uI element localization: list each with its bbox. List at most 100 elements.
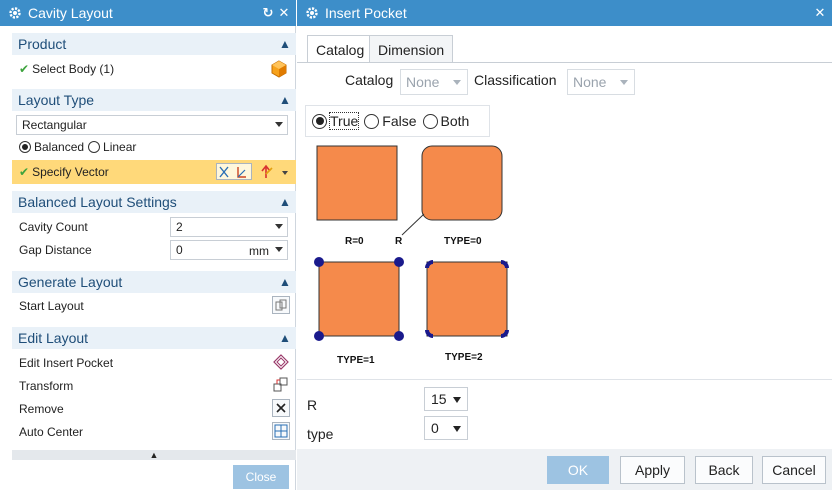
section-product-header[interactable]: Product ▲ <box>12 33 296 55</box>
radio-both-label: Both <box>440 113 470 129</box>
insert-pocket-title: Insert Pocket <box>325 5 407 21</box>
cancel-button[interactable]: Cancel <box>762 456 826 484</box>
specify-vector-row[interactable]: ✔ Specify Vector <box>12 160 296 184</box>
apply-button[interactable]: Apply <box>620 456 685 484</box>
transform-label: Transform <box>19 379 74 393</box>
radio-true-label: True <box>328 112 360 130</box>
radio-false[interactable]: False <box>364 113 417 129</box>
tab-divider <box>297 62 832 63</box>
chevron-up-icon[interactable]: ▲ <box>274 93 296 107</box>
section-title: Edit Layout <box>18 330 89 346</box>
chevron-down-icon <box>453 426 461 432</box>
cavity-layout-title: Cavity Layout <box>28 5 113 21</box>
gap-distance-value: 0 <box>176 243 183 257</box>
gear-icon <box>305 6 319 20</box>
pocket-shape-type0 <box>421 145 503 221</box>
chevron-up-icon[interactable]: ▲ <box>274 37 296 51</box>
section-layout-type-header[interactable]: Layout Type ▲ <box>12 89 296 111</box>
cavity-count-value: 2 <box>176 220 183 234</box>
cavity-count-label: Cavity Count <box>19 220 88 234</box>
layout-mode-radios: Balanced Linear <box>12 137 296 157</box>
tab-catalog[interactable]: Catalog <box>307 35 374 63</box>
gap-unit: mm <box>249 244 269 258</box>
auto-center-label: Auto Center <box>19 425 84 439</box>
remove-icon[interactable] <box>272 399 290 417</box>
label-type1: TYPE=1 <box>337 355 375 366</box>
section-title: Layout Type <box>18 92 95 108</box>
select-body-label: Select Body (1) <box>32 62 115 76</box>
reset-icon[interactable]: ↻ <box>260 5 276 21</box>
classification-label: Classification <box>474 72 557 88</box>
radio-button[interactable] <box>312 113 327 129</box>
remove-label: Remove <box>19 402 64 416</box>
insert-pocket-titlebar: Insert Pocket ✕ <box>297 0 832 26</box>
transform-icon[interactable] <box>272 376 290 394</box>
catalog-select[interactable]: None <box>400 69 468 95</box>
r-param-select[interactable]: 15 <box>424 387 468 411</box>
auto-center-row: Auto Center <box>12 421 296 443</box>
radio-linear-label: Linear <box>103 140 137 154</box>
check-icon: ✔ <box>19 165 30 179</box>
radio-balanced[interactable] <box>19 141 31 153</box>
label-type0: TYPE=0 <box>444 236 482 247</box>
label-r0: R=0 <box>345 236 364 247</box>
section-title: Generate Layout <box>18 274 123 290</box>
radio-button[interactable] <box>422 113 438 129</box>
divider <box>297 379 832 380</box>
chevron-down-icon <box>275 224 283 229</box>
close-button[interactable]: Close <box>233 465 289 489</box>
cavity-count-select[interactable]: 2 <box>170 217 288 237</box>
back-button[interactable]: Back <box>695 456 753 484</box>
radius-leader-line <box>401 213 425 236</box>
filter-radio-group: True False Both <box>305 105 490 137</box>
catalog-label: Catalog <box>345 72 394 88</box>
chevron-down-icon <box>453 80 461 85</box>
radio-linear[interactable] <box>88 141 101 153</box>
vector-inference-icon[interactable] <box>216 163 252 180</box>
cavity-layout-panel: Cavity Layout ↻ ✕ Product ▲ ✔ Select Bod… <box>0 0 296 490</box>
vector-dialog-icon[interactable] <box>258 163 292 180</box>
radio-button[interactable] <box>364 113 380 129</box>
start-layout-icon[interactable] <box>272 296 290 314</box>
ok-button[interactable]: OK <box>547 456 609 484</box>
close-icon[interactable]: ✕ <box>812 5 828 21</box>
close-icon[interactable]: ✕ <box>276 5 292 21</box>
scroll-up-arrow[interactable]: ▲ <box>12 450 296 460</box>
radio-both[interactable]: Both <box>422 113 470 129</box>
label-r: R <box>395 236 403 247</box>
gap-distance-input[interactable]: 0 mm <box>170 240 288 260</box>
chevron-up-icon[interactable]: ▲ <box>274 331 296 345</box>
gap-distance-label: Gap Distance <box>19 243 92 257</box>
select-body-row[interactable]: ✔ Select Body (1) <box>12 57 296 81</box>
pocket-shape-r0 <box>316 145 398 221</box>
chevron-down-icon <box>275 247 283 252</box>
corner-dot <box>394 331 404 341</box>
tab-dimension[interactable]: Dimension <box>369 35 454 63</box>
radio-false-label: False <box>382 113 417 129</box>
radio-true[interactable]: True <box>312 112 360 130</box>
section-title: Product <box>18 36 67 52</box>
start-layout-row: Start Layout <box>12 295 296 317</box>
type-param-value: 0 <box>431 420 439 436</box>
check-icon: ✔ <box>19 62 30 76</box>
chevron-down-icon <box>453 397 461 403</box>
pocket-type-diagram <box>314 145 509 341</box>
auto-center-icon[interactable] <box>272 422 290 440</box>
section-balanced-header[interactable]: Balanced Layout Settings ▲ <box>12 191 296 213</box>
classification-select[interactable]: None <box>567 69 635 95</box>
insert-pocket-dialog: Insert Pocket ✕ Catalog Dimension Catalo… <box>297 0 832 490</box>
type-param-select[interactable]: 0 <box>424 416 468 440</box>
layout-type-select[interactable]: Rectangular <box>16 115 288 135</box>
chevron-up-icon[interactable]: ▲ <box>274 195 296 209</box>
chevron-up-icon[interactable]: ▲ <box>274 275 296 289</box>
edit-pocket-icon[interactable] <box>272 353 290 371</box>
r-param-label: R <box>307 397 318 413</box>
type-param-label: type <box>307 426 334 442</box>
catalog-value: None <box>406 74 440 90</box>
section-edit-header[interactable]: Edit Layout ▲ <box>12 327 296 349</box>
specify-vector-label: Specify Vector <box>32 165 109 179</box>
label-type2: TYPE=2 <box>445 352 483 363</box>
layout-type-value: Rectangular <box>22 118 87 132</box>
section-generate-header[interactable]: Generate Layout ▲ <box>12 271 296 293</box>
solid-body-icon[interactable] <box>270 60 288 78</box>
